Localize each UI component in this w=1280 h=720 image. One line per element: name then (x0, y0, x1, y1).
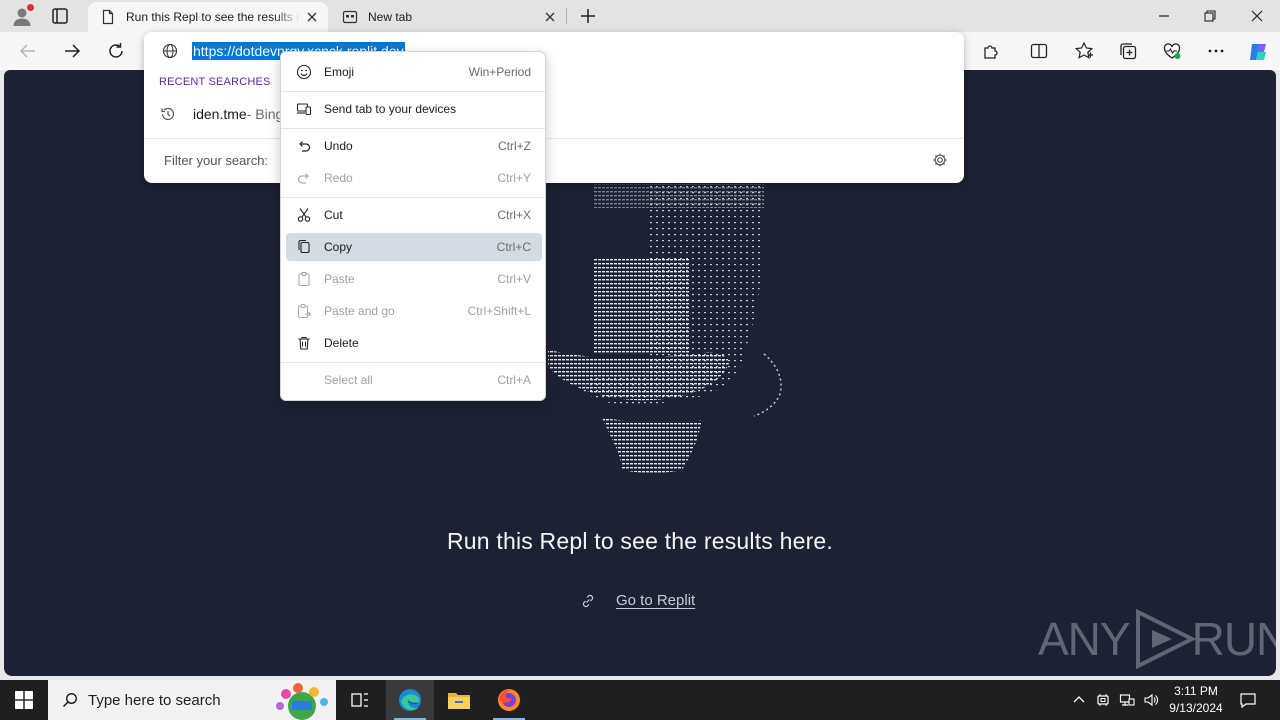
menu-item-copy[interactable]: Copy Ctrl+C (286, 233, 542, 261)
context-menu: Emoji Win+Period Send tab to your device… (280, 51, 546, 401)
menu-separator (281, 362, 545, 363)
tab-separator (566, 8, 567, 24)
menu-item-paste-and-go[interactable]: Paste and go Ctrl+Shift+L (286, 297, 542, 325)
tab-title: New tab (368, 10, 413, 24)
menu-item-emoji[interactable]: Emoji Win+Period (286, 58, 542, 86)
ellipsis-icon[interactable] (1205, 40, 1227, 62)
close-icon[interactable] (542, 9, 558, 25)
new-tab-page-icon (342, 9, 358, 25)
gear-icon[interactable] (932, 152, 948, 168)
globe-icon[interactable] (162, 43, 178, 59)
close-window-icon[interactable] (1247, 6, 1267, 26)
taskbar-clock[interactable]: 3:11 PM 9/13/2024 (1160, 683, 1232, 717)
tab-new-tab[interactable]: New tab (330, 2, 566, 32)
edge-icon[interactable] (386, 680, 434, 720)
minimize-icon[interactable] (1154, 6, 1174, 26)
tab-actions-icon[interactable] (50, 6, 70, 26)
menu-separator (281, 91, 545, 92)
menu-item-undo[interactable]: Undo Ctrl+Z (286, 132, 542, 160)
task-view-icon[interactable] (336, 680, 384, 720)
page-message: Run this Repl to see the results here. (446, 528, 834, 554)
tab-active[interactable]: Run this Repl to see the results here. (88, 2, 328, 32)
taskbar-search-placeholder: Type here to search (88, 691, 221, 709)
menu-item-select-all[interactable]: Select all Ctrl+A (286, 366, 542, 394)
menu-item-cut[interactable]: Cut Ctrl+X (286, 201, 542, 229)
search-highlight-icon (276, 683, 328, 720)
emoji-icon (296, 64, 312, 80)
document-icon (100, 9, 116, 25)
paste-go-icon (296, 303, 312, 319)
star-icon[interactable] (1073, 40, 1095, 62)
watermark-right: RUN (1191, 613, 1276, 665)
profile-icon[interactable] (10, 4, 34, 28)
dropdown-divider (144, 138, 964, 139)
recent-search-item[interactable]: iden.tme - Bing (160, 106, 283, 122)
scissors-icon (296, 207, 312, 223)
back-arrow-icon[interactable] (17, 40, 39, 62)
watermark-left: ANY (1038, 613, 1131, 665)
copy-icon (296, 239, 312, 255)
forward-arrow-icon[interactable] (61, 40, 83, 62)
menu-item-send-tab[interactable]: Send tab to your devices (286, 95, 542, 123)
menu-item-redo[interactable]: Redo Ctrl+Y (286, 164, 542, 192)
menu-separator (281, 197, 545, 198)
firefox-icon[interactable] (485, 680, 533, 720)
collections-icon[interactable] (1117, 40, 1139, 62)
address-bar-dropdown: https://dotdevnrgy.xcnck.replit.dev RECE… (144, 32, 964, 183)
undo-icon (296, 138, 312, 154)
search-icon (62, 692, 78, 708)
tab-strip: Run this Repl to see the results here. N… (0, 0, 1280, 32)
recent-search-query: iden.tme (193, 106, 247, 122)
tab-title: Run this Repl to see the results here. (126, 10, 300, 24)
trash-icon (296, 335, 312, 351)
plus-icon[interactable] (578, 6, 598, 26)
device-icon[interactable] (1095, 692, 1111, 708)
redo-icon (296, 170, 312, 186)
play-triangle-icon (1135, 608, 1197, 670)
recent-searches-heading: RECENT SEARCHES (159, 76, 271, 88)
anyrun-watermark: ANY RUN (1038, 608, 1276, 670)
copilot-icon[interactable] (1246, 40, 1268, 62)
split-screen-icon[interactable] (1028, 40, 1050, 62)
windows-start-icon[interactable] (0, 680, 48, 720)
notification-icon[interactable] (1238, 690, 1258, 710)
go-to-replit-link[interactable]: Go to Replit (580, 592, 695, 609)
file-explorer-icon[interactable] (435, 680, 483, 720)
clock-time: 3:11 PM (1174, 684, 1218, 698)
close-icon[interactable] (304, 9, 320, 25)
devices-icon (296, 101, 312, 117)
windows-taskbar: Type here to search 3:11 PM 9/13/2024 (0, 680, 1280, 720)
restore-icon[interactable] (1200, 6, 1220, 26)
history-icon (160, 106, 176, 122)
network-icon[interactable] (1119, 692, 1135, 708)
go-to-replit-text[interactable]: Go to Replit (616, 592, 695, 609)
recent-search-source: - Bing (246, 106, 284, 122)
heart-pulse-icon[interactable] (1161, 40, 1183, 62)
blank-icon (296, 372, 312, 388)
clock-date: 9/13/2024 (1169, 701, 1223, 715)
filter-search-label[interactable]: Filter your search: (164, 153, 268, 168)
menu-item-delete[interactable]: Delete (286, 329, 542, 357)
link-icon (580, 593, 596, 609)
puzzle-icon[interactable] (980, 40, 1002, 62)
paste-icon (296, 271, 312, 287)
menu-separator (281, 128, 545, 129)
ascii-art-image (548, 180, 782, 473)
chevron-up-icon[interactable] (1071, 692, 1087, 708)
menu-item-paste[interactable]: Paste Ctrl+V (286, 265, 542, 293)
volume-icon[interactable] (1143, 692, 1159, 708)
refresh-icon[interactable] (105, 40, 127, 62)
taskbar-search-box[interactable]: Type here to search (48, 680, 336, 720)
